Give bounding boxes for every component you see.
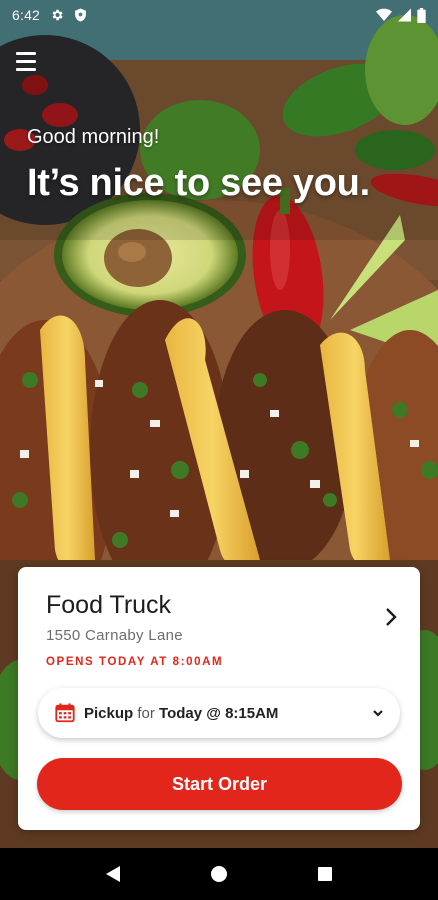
wifi-icon	[376, 8, 392, 21]
location-selector[interactable]: Food Truck 1550 Carnaby Lane OPENS TODAY…	[18, 567, 420, 677]
menu-button[interactable]	[16, 52, 40, 72]
welcome-headline: It’s nice to see you.	[27, 162, 370, 204]
hamburger-menu-icon	[16, 52, 36, 55]
cellular-signal-icon	[398, 8, 411, 22]
battery-icon	[417, 7, 426, 23]
pickup-summary: Pickup for Today @ 8:15AM	[84, 705, 278, 722]
nav-back-button[interactable]	[93, 854, 133, 894]
settings-gear-icon	[52, 9, 63, 21]
location-address: 1550 Carnaby Lane	[46, 627, 183, 644]
pickup-mode: Pickup	[84, 704, 134, 722]
order-card: Food Truck 1550 Carnaby Lane OPENS TODAY…	[18, 567, 420, 830]
recents-square-icon	[318, 867, 332, 881]
status-time: 6:42	[12, 7, 41, 23]
greeting-text: Good morning!	[27, 126, 160, 148]
pickup-time: Today @ 8:15AM	[159, 704, 279, 722]
location-name: Food Truck	[46, 591, 172, 619]
system-navigation-bar	[0, 848, 438, 900]
nav-home-button[interactable]	[199, 854, 239, 894]
home-circle-icon	[211, 866, 227, 882]
nav-recents-button[interactable]	[305, 854, 345, 894]
back-triangle-icon	[106, 866, 120, 882]
chevron-down-icon	[373, 710, 383, 717]
pickup-connector: for	[137, 704, 155, 722]
calendar-icon	[55, 703, 75, 723]
location-hours: OPENS TODAY AT 8:00AM	[46, 656, 224, 668]
status-bar: 6:42	[0, 0, 438, 30]
chevron-right-icon	[386, 608, 397, 626]
shield-icon	[75, 8, 86, 22]
start-order-button[interactable]: Start Order	[37, 758, 402, 810]
pickup-time-selector[interactable]: Pickup for Today @ 8:15AM	[38, 688, 400, 738]
home-screen: 6:42 Good morning! It’s nice to see you.…	[0, 0, 438, 900]
